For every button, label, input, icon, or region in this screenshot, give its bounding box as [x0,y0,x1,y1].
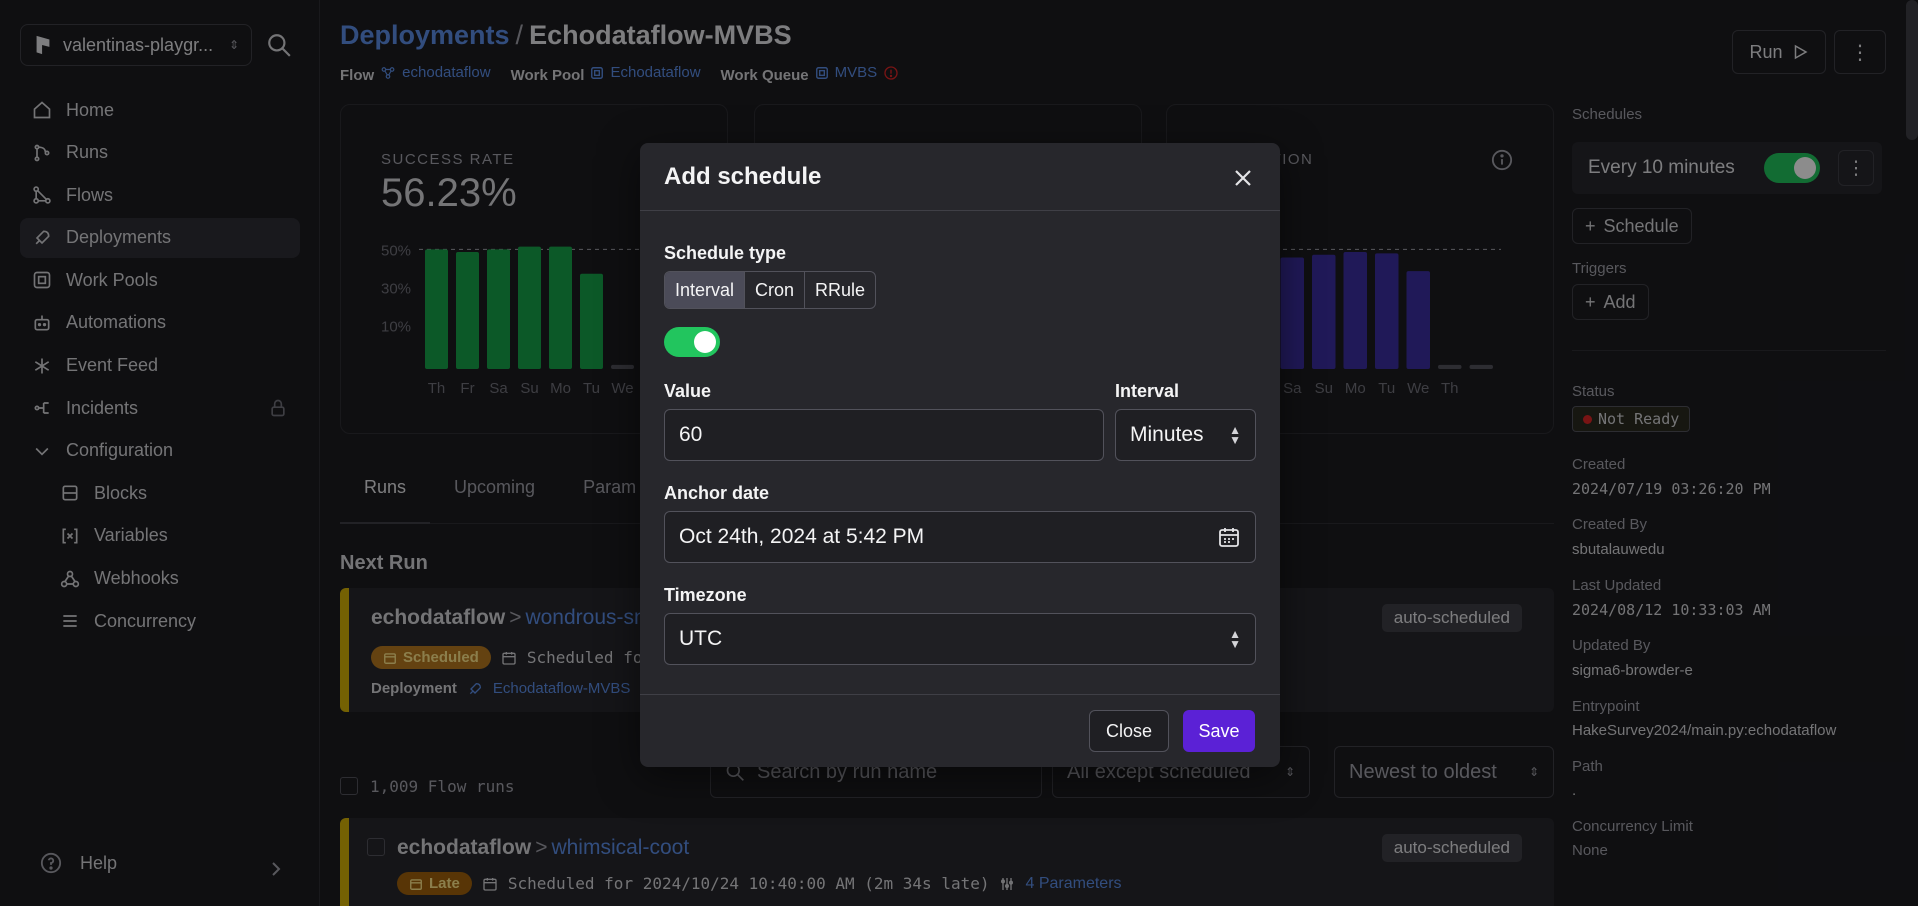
add-schedule-dialog: Add schedule Schedule type Interval Cron… [640,143,1280,767]
interval-label: Interval [1115,381,1180,401]
value-input[interactable]: 60 [664,409,1104,461]
interval-select[interactable]: Minutes ▲ ▼ [1115,409,1256,461]
schedule-type-interval[interactable]: Interval [665,272,746,308]
chevron-updown-icon: ▲ ▼ [1229,627,1241,651]
timezone-select[interactable]: UTC ▲ ▼ [664,613,1256,665]
schedule-type-rrule[interactable]: RRule [805,272,875,308]
anchor-date-label: Anchor date [664,483,770,503]
value-input-text: 60 [679,423,703,446]
timezone-label: Timezone [664,585,747,605]
interval-value: Minutes [1130,423,1204,446]
chevron-updown-icon: ▲ ▼ [1229,423,1241,447]
value-label: Value [664,381,712,401]
anchor-date-picker[interactable]: Oct 24th, 2024 at 5:42 PM [664,511,1256,563]
divider [640,694,1280,695]
anchor-date-value: Oct 24th, 2024 at 5:42 PM [679,525,925,548]
schedule-type-cron[interactable]: Cron [745,272,806,308]
calendar-icon [1219,528,1239,547]
dialog-title: Add schedule [664,163,822,190]
schedule-type-label: Schedule type [664,243,787,263]
divider [640,210,1280,211]
save-button[interactable]: Save [1183,710,1255,752]
close-button[interactable]: Close [1089,710,1169,752]
close-icon[interactable] [1230,165,1256,191]
schedule-active-toggle[interactable] [664,327,720,357]
timezone-value: UTC [679,627,723,650]
schedule-type-selector: Interval Cron RRule [664,271,877,309]
